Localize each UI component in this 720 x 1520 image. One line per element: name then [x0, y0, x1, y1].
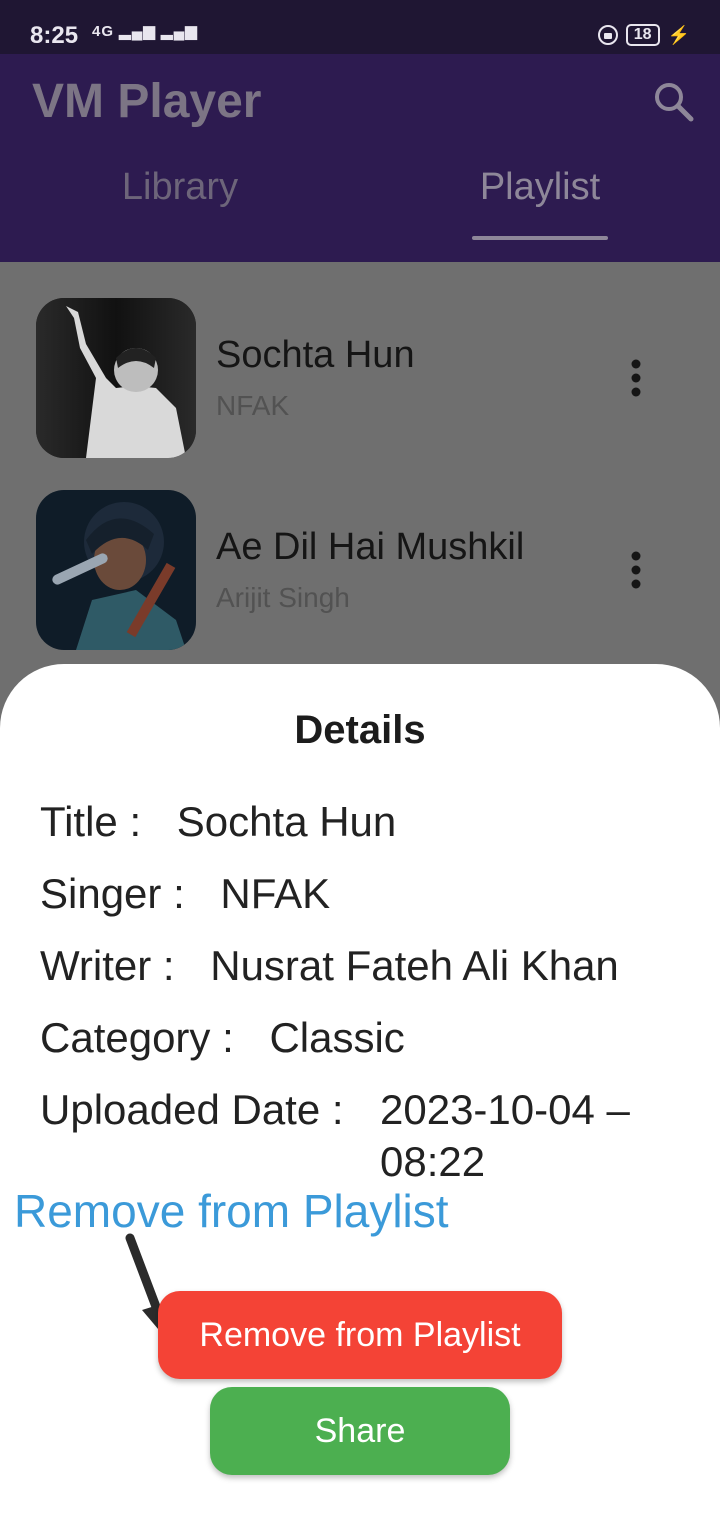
status-right: 18 ⚡: [597, 24, 690, 46]
song-thumbnail: [36, 298, 196, 458]
list-item[interactable]: Sochta Hun NFAK: [0, 262, 720, 458]
annotation-label: Remove from Playlist: [14, 1185, 449, 1237]
detail-label: Singer :: [40, 870, 185, 917]
tab-indicator: [472, 236, 608, 240]
detail-label: Category :: [40, 1014, 234, 1061]
detail-value: Classic: [269, 1014, 405, 1061]
song-artist: Arijit Singh: [216, 582, 350, 613]
song-title: Sochta Hun: [216, 334, 415, 376]
detail-row-category: Category : Classic: [40, 1012, 405, 1064]
share-button[interactable]: Share: [210, 1387, 510, 1475]
singer-portrait-icon: [36, 490, 196, 650]
song-title: Ae Dil Hai Mushkil: [216, 526, 525, 568]
status-time: 8:25: [30, 22, 79, 49]
rotation-lock-icon: [597, 25, 618, 45]
detail-label: Title :: [40, 798, 142, 845]
detail-row-date: Uploaded Date :: [40, 1084, 344, 1136]
app-bar: VM Player Library Playlist: [0, 54, 720, 262]
network-signal: 4G ▂▄▆ ▂▄▆: [92, 23, 198, 40]
battery-indicator: 18: [625, 24, 660, 46]
charging-icon: ⚡: [667, 24, 690, 45]
detail-row-title: Title : Sochta Hun: [40, 796, 396, 848]
remove-from-playlist-button[interactable]: Remove from Playlist: [158, 1291, 562, 1379]
song-artist: NFAK: [216, 390, 290, 421]
more-options-button[interactable]: [622, 550, 650, 590]
detail-row-singer: Singer : NFAK: [40, 868, 330, 920]
details-heading: Details: [294, 708, 426, 752]
search-button[interactable]: [652, 80, 696, 124]
network-type: 4G: [92, 23, 115, 40]
status-bar: 8:25 4G ▂▄▆ ▂▄▆ 18 ⚡: [0, 0, 720, 54]
detail-value: Sochta Hun: [176, 798, 397, 845]
app-title: VM Player: [32, 75, 262, 128]
detail-label: Uploaded Date :: [40, 1086, 344, 1133]
singer-portrait-icon: [36, 298, 196, 458]
more-options-button[interactable]: [622, 358, 650, 398]
tab-bar: Library Playlist: [0, 162, 720, 262]
more-vert-icon: [631, 551, 641, 589]
detail-label: Writer :: [40, 942, 175, 989]
detail-value: NFAK: [220, 870, 331, 917]
list-item[interactable]: Ae Dil Hai Mushkil Arijit Singh: [0, 454, 720, 650]
more-vert-icon: [631, 359, 641, 397]
detail-value: 2023-10-04 – 08:22: [380, 1086, 630, 1185]
tab-library[interactable]: Library: [0, 162, 360, 262]
tab-playlist[interactable]: Playlist: [360, 162, 720, 262]
song-thumbnail: [36, 490, 196, 650]
search-icon: [655, 83, 694, 122]
detail-value: Nusrat Fateh Ali Khan: [210, 942, 619, 989]
detail-row-writer: Writer : Nusrat Fateh Ali Khan: [40, 940, 619, 992]
